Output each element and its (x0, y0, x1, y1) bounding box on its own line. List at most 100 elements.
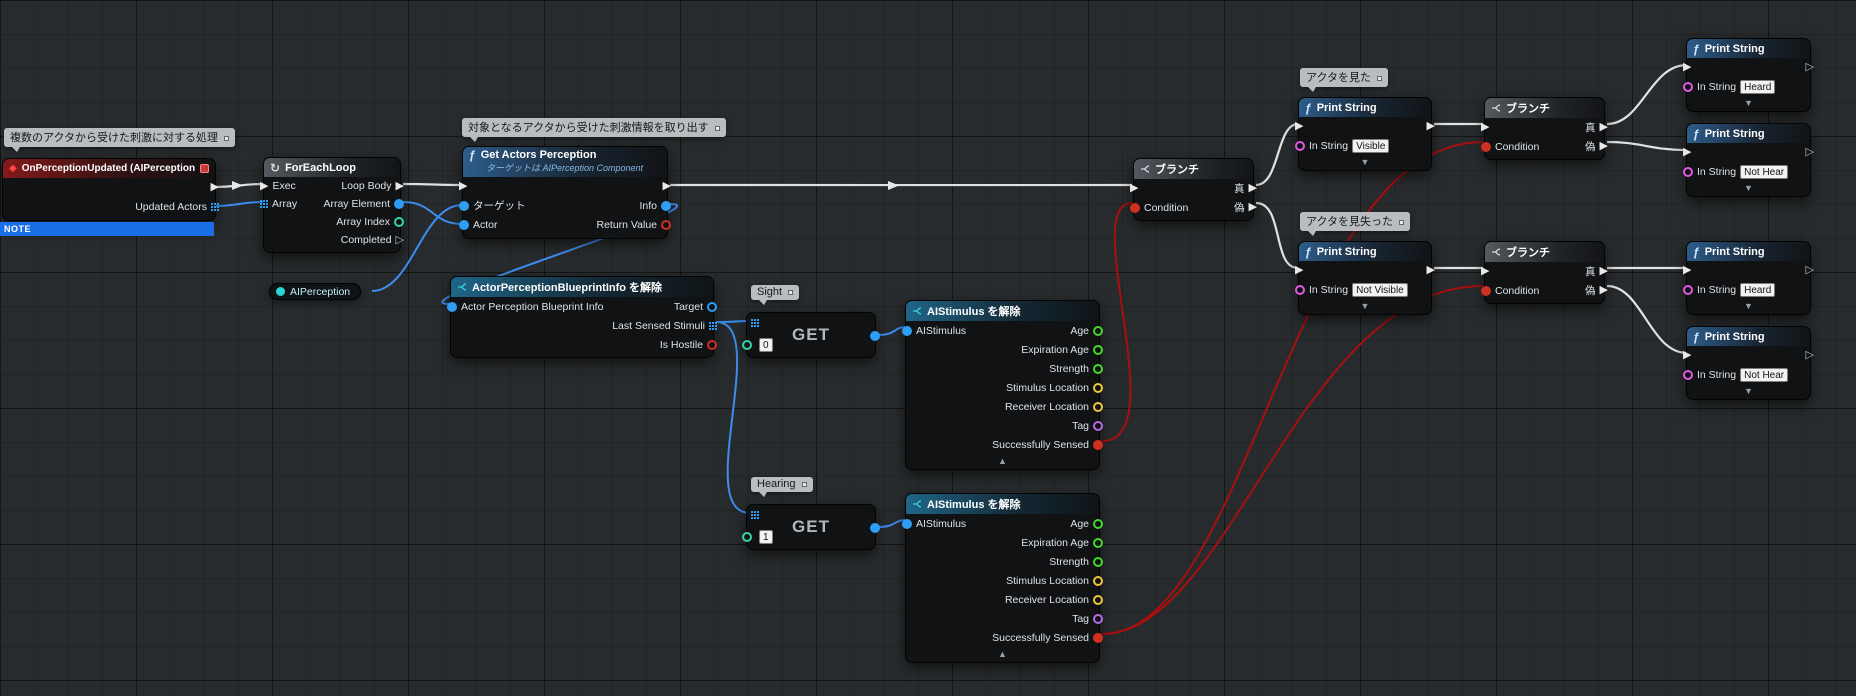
comment-bubble-extract-stimulus[interactable]: 対象となるアクタから受けた刺激情報を取り出す (462, 118, 726, 142)
node-get-sight[interactable]: 0 GET (742, 312, 880, 358)
successfully-sensed-out-pin[interactable] (1093, 439, 1103, 450)
expand-arrow-icon[interactable]: ▼ (1687, 299, 1810, 314)
exec-in-pin[interactable]: ▶ (1481, 266, 1489, 277)
return-value-out-pin[interactable] (661, 219, 671, 230)
false-out-pin[interactable]: ▶ (1249, 202, 1257, 213)
in-string-pin[interactable] (1683, 81, 1693, 92)
expand-arrow-icon[interactable]: ▼ (1299, 155, 1431, 170)
age-out-pin[interactable] (1093, 325, 1103, 336)
true-out-pin[interactable]: ▶ (1600, 122, 1608, 133)
stimulus-location-out-pin[interactable] (1093, 382, 1103, 393)
wire-bool-sensed1-to-branch1[interactable] (1101, 202, 1133, 442)
true-out-pin[interactable]: ▶ (1600, 266, 1608, 277)
exec-in-pin[interactable]: ▶ (1683, 62, 1691, 73)
wire-bool-sensed2-to-branch3[interactable] (1101, 285, 1484, 635)
exec-out-completed-pin[interactable]: ▷ (396, 234, 404, 246)
exec-in-pin[interactable]: ▶ (1683, 265, 1691, 276)
false-out-pin[interactable]: ▶ (1600, 285, 1608, 296)
condition-in-pin[interactable] (1481, 141, 1491, 152)
collapse-arrow-icon[interactable]: ▲ (906, 647, 1099, 662)
blueprint-graph-canvas[interactable]: 複数のアクタから受けた刺激に対する処理 対象となるアクタから受けた刺激情報を取り… (0, 0, 1856, 696)
target-in-pin[interactable] (459, 200, 469, 211)
age-out-pin[interactable] (1093, 518, 1103, 529)
string-value-input[interactable]: Heard (1740, 79, 1776, 94)
in-string-pin[interactable] (1683, 284, 1693, 295)
tag-out-pin[interactable] (1093, 420, 1103, 431)
exec-out-pin[interactable]: ▷ (1806, 62, 1814, 73)
collapse-arrow-icon[interactable]: ▲ (906, 454, 1099, 469)
wire-exec-branch2-true[interactable] (1606, 63, 1688, 126)
expand-arrow-icon[interactable]: ▼ (1687, 181, 1810, 196)
stimuli-array-out-pin[interactable] (709, 321, 717, 330)
node-print-string-heard-2[interactable]: ƒ Print String ▶ ▷ In String Heard ▼ (1683, 241, 1814, 315)
expand-arrow-icon[interactable]: ▼ (1687, 384, 1810, 399)
exec-out-pin[interactable]: ▷ (1806, 265, 1814, 276)
exec-in-pin[interactable]: ▶ (1130, 183, 1138, 194)
exec-out-pin[interactable]: ▶ (1427, 265, 1435, 276)
bubble-pin-icon[interactable] (801, 482, 807, 487)
node-get-hearing[interactable]: 1 GET (742, 504, 880, 550)
node-break-aistimulus-sight[interactable]: AIStimulus を解除 AIStimulus Age Expiration … (902, 300, 1103, 470)
string-value-input[interactable]: Not Hear (1740, 164, 1789, 179)
node-branch-1[interactable]: ブランチ ▶ 真 ▶ Condition 偽 ▶ (1130, 158, 1257, 221)
expand-arrow-icon[interactable]: ▼ (1687, 96, 1810, 111)
successfully-sensed-out-pin[interactable] (1093, 632, 1103, 643)
strength-out-pin[interactable] (1093, 556, 1103, 567)
wire-data-stimuli-to-gethearing[interactable] (715, 321, 751, 514)
node-foreachloop[interactable]: ↻ ForEachLoop ▶ Exec Loop Body ▶ Array Array… (260, 157, 404, 253)
node-print-string-heard-1[interactable]: ƒ Print String ▶ ▷ In String Heard ▼ (1683, 38, 1814, 112)
exec-out-pin[interactable]: ▶ (211, 182, 219, 193)
array-out-pin[interactable] (211, 202, 219, 211)
node-branch-3[interactable]: ブランチ ▶ 真 ▶ Condition 偽 ▶ (1481, 241, 1608, 304)
tag-out-pin[interactable] (1093, 613, 1103, 624)
expiration-age-out-pin[interactable] (1093, 344, 1103, 355)
info-out-pin[interactable] (661, 200, 671, 211)
exec-in-pin[interactable]: ▶ (1295, 265, 1303, 276)
node-get-actors-perception[interactable]: ƒ Get Actors Perception ターゲットは AIPercepti… (459, 146, 671, 239)
exec-in-pin[interactable]: ▶ (1683, 350, 1691, 361)
exec-out-pin[interactable]: ▶ (1427, 121, 1435, 132)
wire-data-updatedactors-to-array[interactable] (213, 201, 264, 207)
element-out-pin[interactable] (870, 331, 880, 341)
wire-exec-branch2-false[interactable] (1606, 140, 1688, 152)
stimulus-in-pin[interactable] (902, 325, 912, 336)
wire-exec-branch1-true[interactable] (1255, 122, 1299, 187)
in-string-pin[interactable] (1683, 166, 1693, 177)
wire-exec-loopbody-to-gap[interactable] (402, 182, 463, 187)
receiver-location-out-pin[interactable] (1093, 594, 1103, 605)
strength-out-pin[interactable] (1093, 363, 1103, 374)
exec-out-pin[interactable]: ▶ (663, 181, 671, 192)
bubble-pin-icon[interactable] (1399, 220, 1405, 225)
wire-exec-branch3-false[interactable] (1606, 284, 1688, 355)
exec-out-pin[interactable]: ▷ (1806, 350, 1814, 361)
exec-in-pin[interactable]: ▶ (1295, 121, 1303, 132)
exec-out-pin[interactable]: ▷ (1806, 147, 1814, 158)
exec-in-pin[interactable]: ▶ (1481, 122, 1489, 133)
bubble-pin-icon[interactable] (224, 136, 230, 141)
note-bar[interactable]: NOTE (0, 222, 214, 236)
wire-exec-branch1-false[interactable] (1255, 201, 1299, 270)
false-out-pin[interactable]: ▶ (1600, 141, 1608, 152)
receiver-location-out-pin[interactable] (1093, 401, 1103, 412)
node-print-string-visible[interactable]: ƒ Print String ▶ ▶ In String Visible ▼ (1295, 97, 1435, 171)
node-event-onperceptionupdated[interactable]: ◆ OnPerceptionUpdated (AIPerception) ▶ U… (2, 158, 219, 221)
exec-in-pin[interactable]: ▶ (459, 181, 467, 192)
condition-in-pin[interactable] (1481, 285, 1491, 296)
expiration-age-out-pin[interactable] (1093, 537, 1103, 548)
struct-in-pin[interactable] (447, 301, 457, 312)
exec-in-pin[interactable]: ▶ (1683, 147, 1691, 158)
stimulus-in-pin[interactable] (902, 518, 912, 529)
component-pin[interactable] (276, 287, 285, 296)
comment-bubble-saw-actor[interactable]: アクタを見た (1300, 68, 1389, 92)
array-index-out-pin[interactable] (394, 217, 404, 227)
node-print-string-not-hear-2[interactable]: ƒ Print String ▶ ▷ In String Not Hear ▼ (1683, 326, 1814, 400)
node-variable-aiperception[interactable]: AIPerception (269, 283, 362, 300)
condition-in-pin[interactable] (1130, 202, 1140, 213)
node-break-aistimulus-hearing[interactable]: AIStimulus を解除 AIStimulus Age Expiration … (902, 493, 1103, 663)
in-string-pin[interactable] (1295, 284, 1305, 295)
stimulus-location-out-pin[interactable] (1093, 575, 1103, 586)
node-print-string-not-visible[interactable]: ƒ Print String ▶ ▶ In String Not Visible ▼ (1295, 241, 1435, 315)
exec-in-pin[interactable]: ▶ (260, 180, 268, 192)
comment-bubble-lost-actor[interactable]: アクタを見失った (1300, 212, 1411, 236)
bubble-pin-icon[interactable] (1377, 76, 1383, 81)
